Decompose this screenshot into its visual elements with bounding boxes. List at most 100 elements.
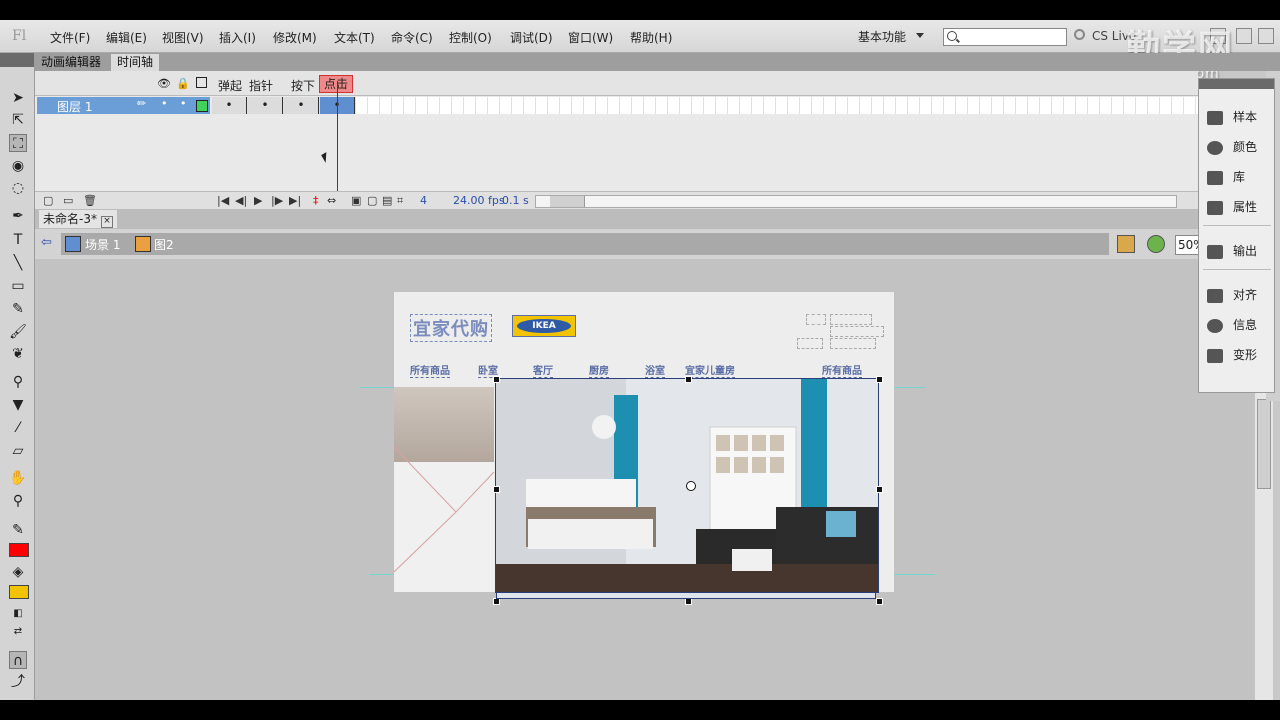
hand-tool-icon[interactable]: ✋ [9,469,27,487]
edit-multiple-icon[interactable]: ▤ [382,194,392,207]
next-frame-icon[interactable]: |▶ [271,194,283,207]
close-window-button[interactable] [1258,28,1274,44]
maximize-button[interactable] [1236,28,1252,44]
pen-tool-icon[interactable]: ✒ [9,207,27,225]
document-tab[interactable]: 未命名-3* × [39,210,117,228]
onion-skin-icon[interactable]: ▣ [351,194,361,207]
menu-help[interactable]: 帮助(H) [630,29,672,46]
close-icon[interactable]: × [100,216,113,228]
panel-color[interactable]: 颜色 [1207,135,1271,159]
brush-tool-icon[interactable]: 🖌 [9,323,27,341]
panel-swatches[interactable]: 样本 [1207,105,1271,129]
onion-outline-icon[interactable]: ▢ [367,194,377,207]
outline-icon[interactable] [196,77,207,88]
menu-debug[interactable]: 调试(D) [510,29,553,46]
subselection-tool-icon[interactable]: ⇱ [9,111,27,129]
snap-magnet-icon[interactable]: ∩ [9,651,27,669]
panel-transform[interactable]: 变形 [1207,343,1271,367]
menu-file[interactable]: 文件(F) [50,29,90,46]
keyframe-over[interactable]: • [248,97,283,114]
menu-commands[interactable]: 命令(C) [391,29,433,46]
back-arrow-icon[interactable]: ⇦ [41,235,52,250]
transform-handle-bc[interactable] [685,598,692,605]
breadcrumb-symbol[interactable]: 图2 [154,236,174,253]
onion-markers-icon[interactable]: ⌗ [397,194,403,208]
transform-handle-tc[interactable] [685,376,692,383]
lasso-tool-icon[interactable]: ◌ [9,179,27,197]
transform-handle-mr[interactable] [876,486,883,493]
new-folder-icon[interactable]: ▭ [63,194,73,207]
zoom-tool-icon[interactable]: ⚲ [9,492,27,510]
rectangle-tool-icon[interactable]: ▭ [9,277,27,295]
free-transform-tool-icon[interactable]: ⛶ [9,134,27,152]
new-layer-icon[interactable]: ▢ [43,194,53,207]
layer-row[interactable]: 图层 1 ✏ • • [37,97,210,114]
selected-room-photo[interactable] [495,378,879,593]
smooth-option-icon[interactable]: ⤴ [9,673,27,691]
panel-info[interactable]: 信息 [1207,313,1271,337]
stage-canvas[interactable]: 宜家代购 IKEA 所有商品 卧室 客厅 厨房 浴室 宜家儿童房 所有商品 [394,292,894,605]
line-tool-icon[interactable]: ╲ [9,254,27,272]
fill-color-swatch[interactable] [9,585,29,599]
workspace-switcher[interactable]: 基本功能 [846,26,928,46]
swap-colors-icon[interactable]: ⇄ [9,623,27,641]
panel-align[interactable]: 对齐 [1207,283,1271,307]
transform-handle-tl[interactable] [493,376,500,383]
transform-handle-ml[interactable] [493,486,500,493]
frames-row[interactable]: • • • • [212,97,1198,114]
menu-insert[interactable]: 插入(I) [219,29,256,46]
center-frame-icon[interactable]: ‡ [313,194,319,207]
transform-handle-br[interactable] [876,598,883,605]
scene-icon [65,236,81,252]
prev-frame-icon[interactable]: ◀| [235,194,247,207]
tab-timeline[interactable]: 时间轴 [111,54,160,71]
selection-tool-icon[interactable]: ➤ [9,89,27,107]
eye-icon[interactable]: 👁 [157,77,171,90]
transform-center-point[interactable] [686,481,696,491]
eraser-tool-icon[interactable]: ▱ [9,442,27,460]
layer-outline-color[interactable] [196,100,208,112]
keyframe-up[interactable]: • [212,97,247,114]
layer-name: 图层 1 [57,100,93,114]
paint-bucket-tool-icon[interactable]: ▼ [9,396,27,414]
frame-rate[interactable]: 24.00 fps [453,194,505,207]
keyframe-down[interactable]: • [284,97,319,114]
stroke-color-swatch[interactable] [9,543,29,557]
text-tool-icon[interactable]: T [9,231,27,249]
left-banner-lines [394,446,494,573]
lock-icon[interactable]: 🔒 [176,77,190,90]
timeline-scrollbar[interactable] [535,195,1177,208]
transform-handle-bl[interactable] [493,598,500,605]
edit-symbols-icon[interactable] [1147,235,1165,253]
breadcrumb-scene[interactable]: 场景 1 [85,236,120,253]
bone-tool-icon[interactable]: ⚲ [9,373,27,391]
deco-tool-icon[interactable]: ❦ [9,345,27,363]
panel-properties[interactable]: 属性 [1207,195,1271,219]
play-icon[interactable]: ▶ [254,194,262,207]
black-white-icon[interactable]: ◧ [9,605,27,623]
panel-library[interactable]: 库 [1207,165,1271,189]
eyedropper-tool-icon[interactable]: ⁄ [9,419,27,437]
help-search-input[interactable] [943,28,1067,46]
timeline-scroll-thumb[interactable] [550,196,585,207]
menu-modify[interactable]: 修改(M) [273,29,317,46]
stage-scroll-thumb[interactable] [1257,399,1271,489]
tab-motion-editor[interactable]: 动画编辑器 [35,54,107,71]
edit-scene-icon[interactable] [1117,235,1135,253]
pencil-tool-icon[interactable]: ✎ [9,300,27,318]
lock-dot[interactable]: • [180,97,187,110]
3d-rotation-tool-icon[interactable]: ◉ [9,157,27,175]
visibility-dot[interactable]: • [161,97,168,110]
first-frame-icon[interactable]: |◀ [217,194,229,207]
menu-control[interactable]: 控制(O) [449,29,492,46]
loop-icon[interactable]: ⇔ [327,194,336,207]
last-frame-icon[interactable]: ▶| [289,194,301,207]
delete-layer-icon[interactable]: 🗑 [83,194,97,207]
panel-output[interactable]: 输出 [1207,239,1271,263]
transform-handle-tr[interactable] [876,376,883,383]
menu-edit[interactable]: 编辑(E) [106,29,147,46]
menu-text[interactable]: 文本(T) [334,29,375,46]
menu-window[interactable]: 窗口(W) [568,29,613,46]
state-hit[interactable]: 点击 [319,75,353,93]
menu-view[interactable]: 视图(V) [162,29,204,46]
